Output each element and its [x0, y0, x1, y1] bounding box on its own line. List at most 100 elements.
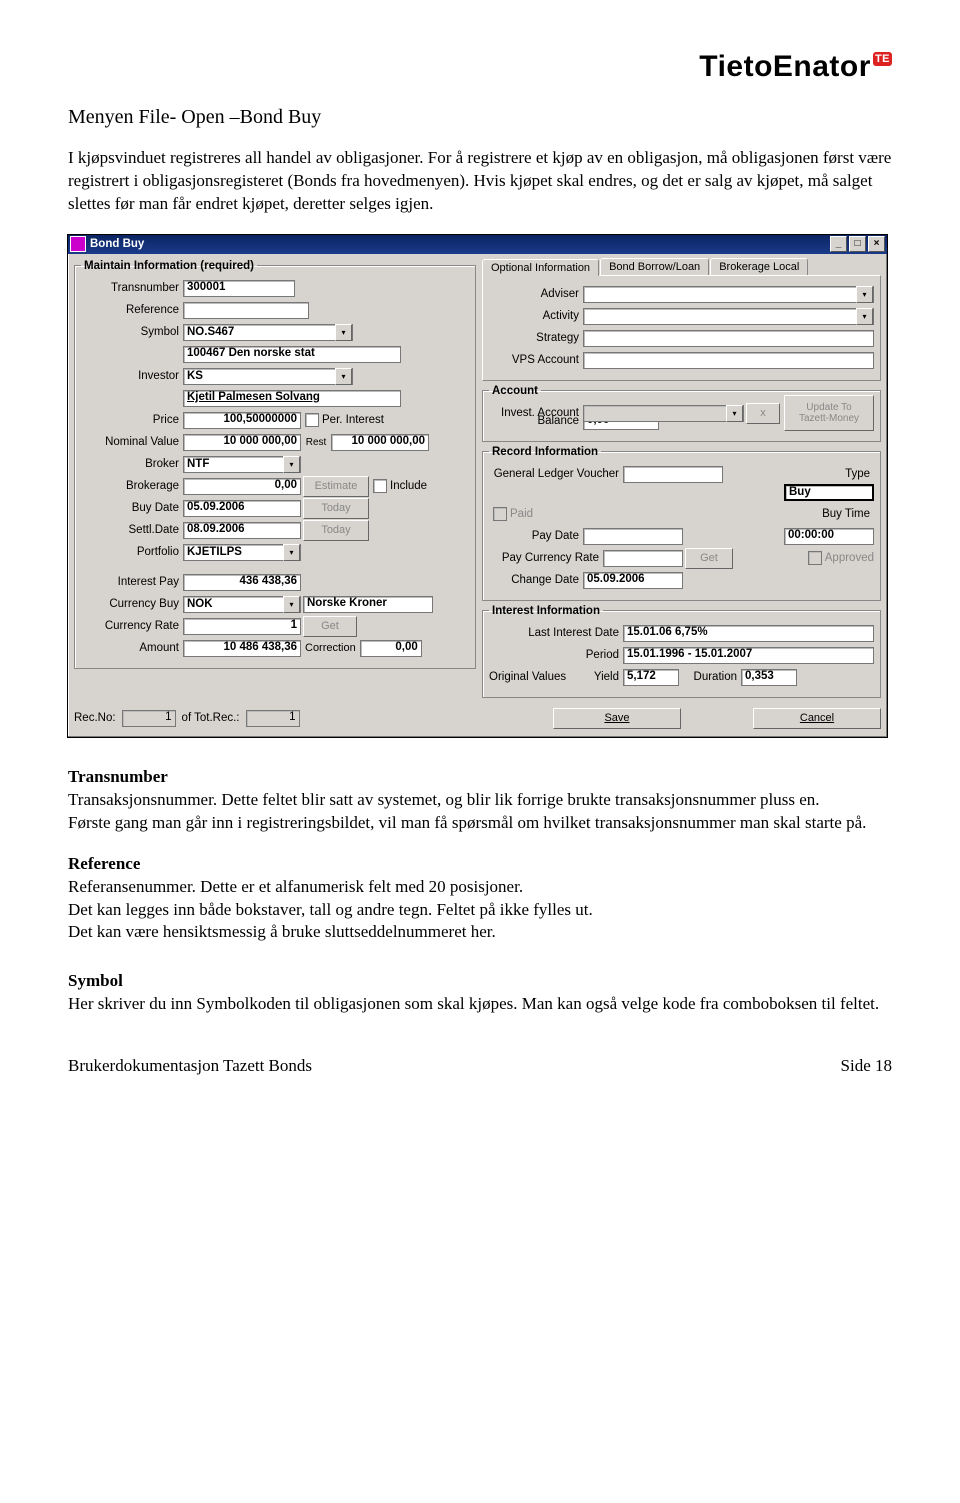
minimize-button[interactable]: _ — [830, 236, 847, 252]
settldate-input[interactable]: 08.09.2006 — [183, 522, 301, 539]
invest-account-combo: ▾ — [583, 405, 744, 422]
update-to-tazett-button[interactable]: Update To Tazett-Money — [784, 395, 874, 431]
currencyrate-input[interactable]: 1 — [183, 618, 301, 635]
get-currencyrate-button[interactable]: Get — [303, 616, 357, 637]
per-interest-check[interactable] — [305, 413, 319, 427]
amount-input[interactable]: 10 486 438,36 — [183, 640, 301, 657]
chevron-down-icon[interactable]: ▾ — [335, 324, 352, 341]
lbl-symbol: Symbol — [81, 326, 183, 338]
portfolio-combo[interactable]: KJETILPS▾ — [183, 544, 301, 561]
lbl-recno: Rec.No: — [74, 712, 116, 724]
lbl-adviser: Adviser — [489, 288, 583, 300]
maximize-button[interactable]: □ — [849, 236, 866, 252]
lbl-investor: Investor — [81, 370, 183, 382]
strategy-input[interactable] — [583, 330, 874, 347]
desc-reference-body: Referansenummer. Dette er et alfanumeris… — [68, 877, 593, 942]
period-display: 15.01.1996 - 15.01.2007 — [623, 647, 874, 664]
changedate-input[interactable]: 05.09.2006 — [583, 572, 683, 589]
adviser-combo[interactable]: ▾ — [583, 286, 874, 303]
chevron-down-icon[interactable]: ▾ — [856, 308, 873, 325]
today-buydate-button[interactable]: Today — [303, 498, 369, 519]
desc-reference: Reference Referansenummer. Dette er et a… — [68, 853, 892, 945]
lbl-include: Include — [390, 480, 427, 492]
lbl-currencyrate: Currency Rate — [81, 620, 183, 632]
glv-input[interactable] — [623, 466, 723, 483]
nominal-input[interactable]: 10 000 000,00 — [183, 434, 301, 451]
lbl-per-interest: Per. Interest — [322, 414, 384, 426]
duration-display: 0,353 — [741, 669, 797, 686]
lbl-approved: Approved — [825, 552, 874, 564]
term-symbol: Symbol — [68, 970, 892, 993]
lbl-vps: VPS Account — [489, 354, 583, 366]
correction-input[interactable]: 0,00 — [360, 640, 422, 657]
close-button[interactable]: × — [868, 236, 885, 252]
app-icon — [70, 236, 86, 252]
optional-panel: Adviser ▾ Activity ▾ Strategy VPS Accoun… — [482, 275, 881, 381]
lbl-paid: Paid — [510, 508, 533, 520]
totrec-display: 1 — [246, 710, 300, 727]
intro-paragraph: I kjøpsvinduet registreres all handel av… — [68, 147, 892, 216]
reference-input[interactable] — [183, 302, 309, 319]
vps-input[interactable] — [583, 352, 874, 369]
chevron-down-icon[interactable]: ▾ — [283, 456, 300, 473]
desc-symbol: Symbol Her skriver du inn Symbolkoden ti… — [68, 970, 892, 1016]
lbl-duration: Duration — [679, 671, 741, 683]
transnumber-input[interactable]: 300001 — [183, 280, 295, 297]
investor-combo[interactable]: KS▾ — [183, 368, 353, 385]
currencybuy-combo[interactable]: NOK▾ — [183, 596, 301, 613]
tab-brokerage[interactable]: Brokerage Local — [710, 258, 808, 275]
chevron-down-icon: ▾ — [726, 405, 743, 422]
yield-display: 5,172 — [623, 669, 679, 686]
lbl-paycurr: Pay Currency Rate — [489, 552, 603, 564]
tab-optional[interactable]: Optional Information — [482, 259, 599, 276]
cancel-button[interactable]: Cancel — [753, 708, 881, 729]
lbl-period: Period — [489, 649, 623, 661]
lbl-lastint: Last Interest Date — [489, 627, 623, 639]
activity-combo[interactable]: ▾ — [583, 308, 874, 325]
brokerage-input[interactable]: 0,00 — [183, 478, 301, 495]
buydate-input[interactable]: 05.09.2006 — [183, 500, 301, 517]
lbl-paydate: Pay Date — [489, 530, 583, 542]
symbol-combo[interactable]: NO.S467▾ — [183, 324, 353, 341]
buytime-input[interactable]: 00:00:00 — [784, 528, 874, 545]
save-button[interactable]: Save — [553, 708, 681, 729]
lbl-reference: Reference — [81, 304, 183, 316]
lbl-changedate: Change Date — [489, 574, 583, 586]
interest-legend: Interest Information — [489, 605, 603, 617]
lbl-transnumber: Transnumber — [81, 282, 183, 294]
maintain-legend: Maintain Information (required) — [81, 260, 257, 272]
logo-text: TietoEnator — [699, 50, 871, 83]
approved-check — [808, 551, 822, 565]
include-check[interactable] — [373, 479, 387, 493]
price-input[interactable]: 100,50000000 — [183, 412, 301, 429]
lbl-correction: Correction — [301, 642, 360, 654]
tab-strip: Optional Information Bond Borrow/Loan Br… — [482, 258, 881, 275]
paycurr-input[interactable] — [603, 550, 683, 567]
term-transnumber: Transnumber — [68, 766, 892, 789]
lbl-portfolio: Portfolio — [81, 546, 183, 558]
chevron-down-icon[interactable]: ▾ — [283, 544, 300, 561]
interestpay-input[interactable]: 436 438,36 — [183, 574, 301, 591]
chevron-down-icon[interactable]: ▾ — [856, 286, 873, 303]
bond-buy-window: Bond Buy _ □ × Maintain Information (req… — [67, 234, 888, 738]
lbl-amount: Amount — [81, 642, 183, 654]
broker-combo[interactable]: NTF▾ — [183, 456, 301, 473]
chevron-down-icon[interactable]: ▾ — [335, 368, 352, 385]
lbl-strategy: Strategy — [489, 332, 583, 344]
lbl-buydate: Buy Date — [81, 502, 183, 514]
estimate-button[interactable]: Estimate — [303, 476, 369, 497]
clear-account-button[interactable]: x — [746, 403, 780, 424]
desc-transnumber-body: Transaksjonsnummer. Dette feltet blir sa… — [68, 790, 866, 832]
lbl-totrec: of Tot.Rec.: — [182, 712, 240, 724]
window-title: Bond Buy — [90, 238, 144, 250]
get-paycurr-button[interactable]: Get — [685, 548, 733, 569]
lbl-nominal: Nominal Value — [81, 436, 183, 448]
paydate-input[interactable] — [583, 528, 683, 545]
lbl-yield: Yield — [579, 671, 623, 683]
chevron-down-icon[interactable]: ▾ — [283, 596, 300, 613]
interest-info-group: Interest Information Last Interest Date … — [482, 605, 881, 698]
lbl-type: Type — [845, 468, 874, 480]
today-settldate-button[interactable]: Today — [303, 520, 369, 541]
tab-borrow[interactable]: Bond Borrow/Loan — [600, 258, 709, 275]
lbl-rest: Rest — [301, 437, 331, 448]
